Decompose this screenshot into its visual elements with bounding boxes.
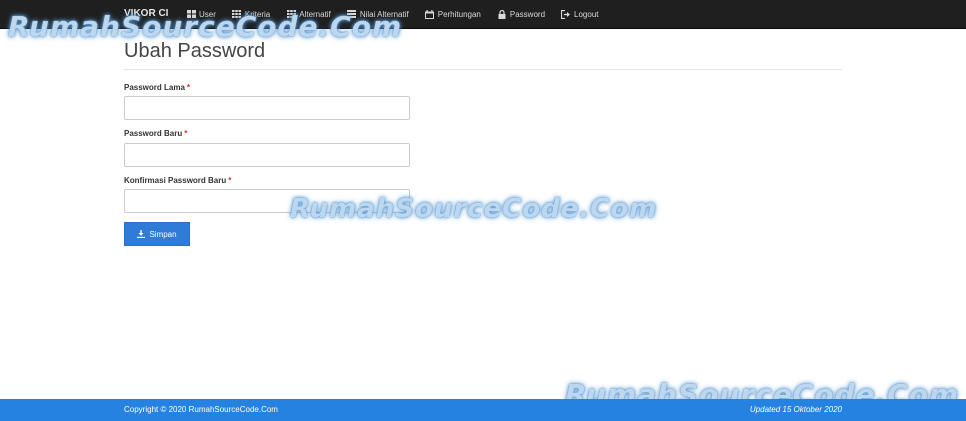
nav-item-label: Alternatif (299, 9, 331, 19)
grid-icon (232, 9, 242, 19)
konfirmasi-password-input[interactable] (124, 189, 410, 213)
nav-item-logout[interactable]: Logout (561, 0, 598, 28)
nav-item-label: Kriteria (244, 9, 271, 19)
nav-item-perhitungan[interactable]: Perhitungan (425, 0, 481, 28)
nav-item-label: Password (509, 9, 546, 19)
nav-item-alternatif[interactable]: Alternatif (286, 0, 331, 28)
required-mark: * (184, 129, 188, 138)
nav-item-label: User (199, 9, 216, 19)
password-baru-input[interactable] (124, 143, 410, 167)
required-mark: * (186, 83, 191, 92)
top-navbar: VIKOR CI User Kriteria Alternatif Nilai … (0, 0, 966, 29)
nav-item-user[interactable]: User (186, 0, 216, 28)
title-divider (124, 69, 842, 70)
nav-item-label: Perhitungan (437, 9, 481, 19)
save-button-label: Simpan (149, 229, 177, 239)
nav-item-nilai-alternatif[interactable]: Nilai Alternatif (347, 0, 409, 28)
nav-menu: User Kriteria Alternatif Nilai Alternati… (186, 0, 614, 28)
nav-item-label: Logout (574, 9, 599, 19)
password-lama-input[interactable] (124, 96, 410, 120)
footer-copyright: Copyright © 2020 RumahSourceCode.Com (124, 405, 278, 414)
footer-updated: Updated 15 Oktober 2020 (749, 405, 842, 414)
download-icon (137, 230, 146, 238)
grid-icon (286, 9, 296, 19)
nav-item-kriteria[interactable]: Kriteria (232, 0, 270, 28)
label-konfirmasi-password: Konfirmasi Password Baru * (124, 176, 231, 185)
footer: Copyright © 2020 RumahSourceCode.Com Upd… (0, 399, 966, 421)
label-password-baru: Password Baru * (124, 129, 187, 138)
label-text: Konfirmasi Password Baru (124, 176, 227, 185)
list-icon (347, 9, 357, 19)
required-mark: * (228, 176, 232, 185)
label-password-lama: Password Lama * (124, 83, 190, 92)
brand-link[interactable]: VIKOR CI (124, 0, 168, 28)
label-text: Password Baru (124, 129, 183, 138)
logout-icon (561, 9, 571, 19)
calendar-icon (425, 9, 435, 19)
lock-icon (497, 9, 507, 19)
nav-item-label: Nilai Alternatif (359, 9, 409, 19)
nav-item-password[interactable]: Password (497, 0, 545, 28)
grid-icon (186, 9, 196, 19)
label-text: Password Lama (124, 83, 185, 92)
save-button[interactable]: Simpan (124, 222, 190, 246)
page-title: Ubah Password (124, 40, 266, 62)
